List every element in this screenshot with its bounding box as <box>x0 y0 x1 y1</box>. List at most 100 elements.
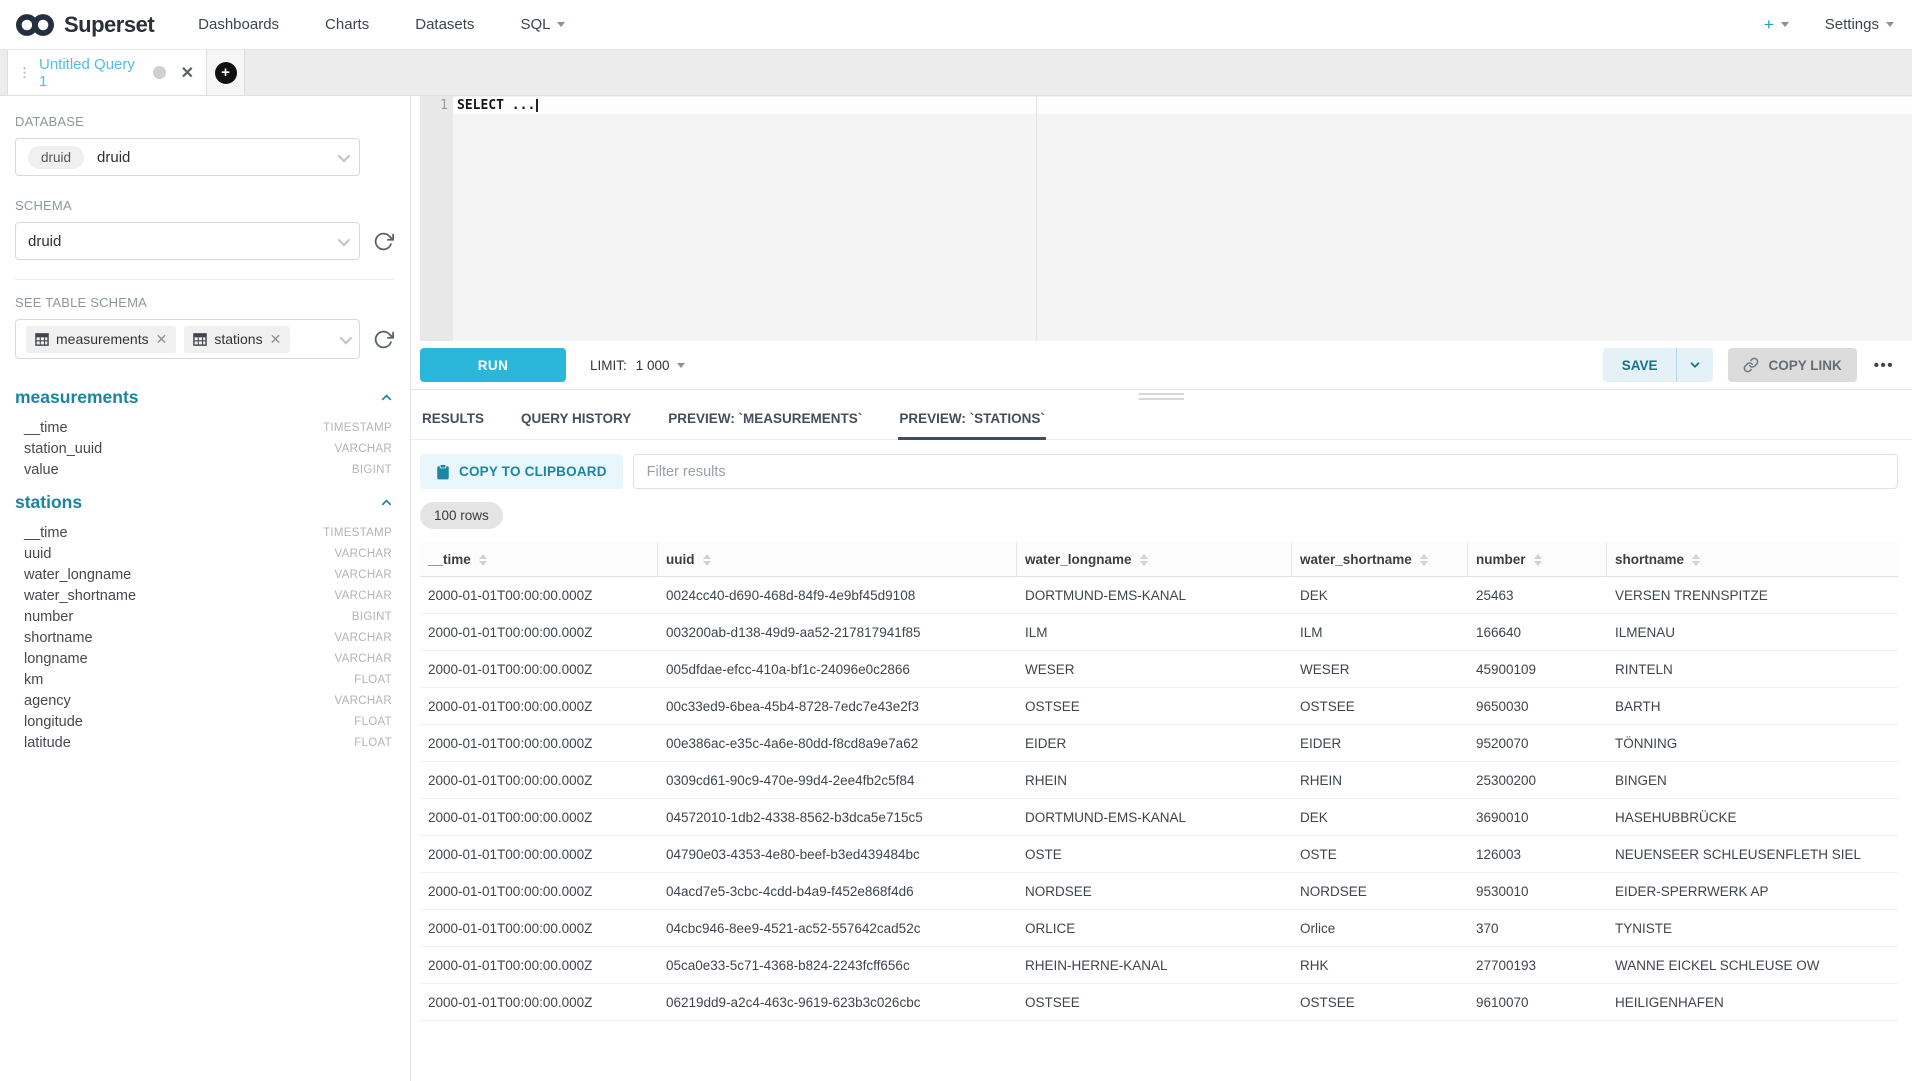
column-name: water_longname <box>24 567 131 583</box>
table-schema-select[interactable]: measurements ✕ stations ✕ <box>15 319 360 359</box>
table-cell: 9610070 <box>1468 984 1607 1021</box>
sort-icon[interactable] <box>1534 554 1542 566</box>
column-header-__time[interactable]: __time <box>420 542 658 577</box>
pane-resize-handle[interactable] <box>411 390 1912 402</box>
result-tab-0[interactable]: RESULTS <box>421 402 485 440</box>
table-cell: OSTE <box>1292 836 1468 873</box>
top-navbar: Superset Dashboards Charts Datasets SQL + S… <box>0 0 1912 50</box>
refresh-schemas-button[interactable] <box>373 231 394 252</box>
column-name: value <box>24 462 59 478</box>
sql-text: SELECT ... <box>457 97 535 114</box>
table-cell: WESER <box>1292 651 1468 688</box>
table-cell: 27700193 <box>1468 947 1607 984</box>
schema-select[interactable]: druid <box>15 222 360 260</box>
save-button[interactable]: SAVE <box>1603 348 1677 382</box>
run-button[interactable]: RUN <box>420 348 566 382</box>
column-header-shortname[interactable]: shortname <box>1607 542 1898 577</box>
refresh-icon <box>373 231 394 252</box>
table-cell: NORDSEE <box>1292 873 1468 910</box>
settings-menu[interactable]: Settings <box>1825 16 1894 33</box>
database-select[interactable]: druid druid <box>15 138 360 176</box>
table-row: 2000-01-01T00:00:00.000Z06219dd9-a2c4-46… <box>420 984 1898 1021</box>
table-cell: NEUENSEER SCHLEUSENFLETH SIEL <box>1607 836 1898 873</box>
remove-chip-icon[interactable]: ✕ <box>156 331 168 348</box>
remove-chip-icon[interactable]: ✕ <box>270 331 282 348</box>
query-tab[interactable]: ⋮ Untitled Query 1 ✕ <box>7 50 207 95</box>
new-item-button[interactable]: + <box>1764 15 1789 35</box>
result-tabs: RESULTS QUERY HISTORY PREVIEW: `MEASUREM… <box>411 402 1912 440</box>
column-header-uuid[interactable]: uuid <box>658 542 1017 577</box>
brand-name: Superset <box>64 12 154 38</box>
table-cell: 003200ab-d138-49d9-aa52-217817941f85 <box>658 614 1017 651</box>
table-chip-stations[interactable]: stations ✕ <box>184 326 290 353</box>
nav-item-dashboards[interactable]: Dashboards <box>198 16 279 33</box>
sort-icon[interactable] <box>479 554 487 566</box>
filter-results-input[interactable] <box>633 454 1898 489</box>
nav-item-charts[interactable]: Charts <box>325 16 369 33</box>
nav-item-sql[interactable]: SQL <box>520 16 565 33</box>
table-cell: EIDER <box>1292 725 1468 762</box>
copy-link-button[interactable]: COPY LINK <box>1728 348 1856 382</box>
column-header-number[interactable]: number <box>1468 542 1607 577</box>
table-cell: DORTMUND-EMS-KANAL <box>1017 799 1292 836</box>
table-chip-measurements[interactable]: measurements ✕ <box>26 326 176 353</box>
column-type: FLOAT <box>354 674 392 686</box>
caret-down-icon <box>557 22 565 27</box>
more-actions-button[interactable]: ••• <box>1872 357 1896 374</box>
schema-column-row: number BIGINT <box>15 606 394 627</box>
schema-table-stations[interactable]: stations <box>15 492 394 513</box>
schema-table-measurements[interactable]: measurements <box>15 387 394 408</box>
result-tab-2[interactable]: PREVIEW: `MEASUREMENTS` <box>667 402 863 440</box>
schema-column-row: longitude FLOAT <box>15 711 394 732</box>
sort-icon[interactable] <box>703 554 711 566</box>
superset-logo <box>14 10 56 40</box>
result-tab-1[interactable]: QUERY HISTORY <box>520 402 632 440</box>
column-type: VARCHAR <box>335 695 392 707</box>
chevron-up-icon[interactable] <box>379 390 394 405</box>
result-tab-3[interactable]: PREVIEW: `STATIONS` <box>898 402 1046 440</box>
schema-table-section: measurements __time TIMESTAMP station_uu… <box>15 387 394 480</box>
sort-icon[interactable] <box>1140 554 1148 566</box>
clipboard-icon <box>436 464 450 480</box>
limit-dropdown[interactable]: LIMIT: 1 000 <box>590 358 685 373</box>
table-cell: TÖNNING <box>1607 725 1898 762</box>
database-label: DATABASE <box>15 114 394 129</box>
refresh-tables-button[interactable] <box>373 329 394 350</box>
schema-label: SCHEMA <box>15 198 394 213</box>
drag-handle-icon: ⋮ <box>18 65 30 81</box>
sort-icon[interactable] <box>1692 554 1700 566</box>
table-icon <box>193 333 207 346</box>
column-header-water_longname[interactable]: water_longname <box>1017 542 1292 577</box>
schema-column-row: uuid VARCHAR <box>15 543 394 564</box>
table-row: 2000-01-01T00:00:00.000Z005dfdae-efcc-41… <box>420 651 1898 688</box>
table-row: 2000-01-01T00:00:00.000Z04572010-1db2-43… <box>420 799 1898 836</box>
column-name: longname <box>24 651 88 667</box>
schema-column-row: longname VARCHAR <box>15 648 394 669</box>
column-name: __time <box>24 525 68 541</box>
copy-to-clipboard-button[interactable]: COPY TO CLIPBOARD <box>420 454 623 489</box>
caret-down-icon <box>1781 22 1789 27</box>
table-cell: BINGEN <box>1607 762 1898 799</box>
column-name: station_uuid <box>24 441 102 457</box>
code-area[interactable]: SELECT ... <box>453 96 1912 341</box>
table-cell: 25300200 <box>1468 762 1607 799</box>
table-cell: OSTSEE <box>1017 688 1292 725</box>
chevron-down-icon <box>340 331 353 344</box>
column-type: TIMESTAMP <box>323 527 392 539</box>
close-tab-icon[interactable]: ✕ <box>181 63 194 83</box>
column-type: FLOAT <box>354 716 392 728</box>
table-cell: RHEIN <box>1017 762 1292 799</box>
nav-item-datasets[interactable]: Datasets <box>415 16 474 33</box>
superset-brand[interactable]: Superset <box>14 10 154 40</box>
query-tab-bar: ⋮ Untitled Query 1 ✕ + <box>0 50 1912 96</box>
column-name: uuid <box>24 546 51 562</box>
new-query-tab-button[interactable]: + <box>207 50 245 95</box>
save-options-button[interactable] <box>1677 348 1713 382</box>
chevron-up-icon[interactable] <box>379 495 394 510</box>
column-name: __time <box>24 420 68 436</box>
table-row: 2000-01-01T00:00:00.000Z003200ab-d138-49… <box>420 614 1898 651</box>
sort-icon[interactable] <box>1420 554 1428 566</box>
column-type: VARCHAR <box>335 632 392 644</box>
table-cell: BARTH <box>1607 688 1898 725</box>
column-header-water_shortname[interactable]: water_shortname <box>1292 542 1468 577</box>
